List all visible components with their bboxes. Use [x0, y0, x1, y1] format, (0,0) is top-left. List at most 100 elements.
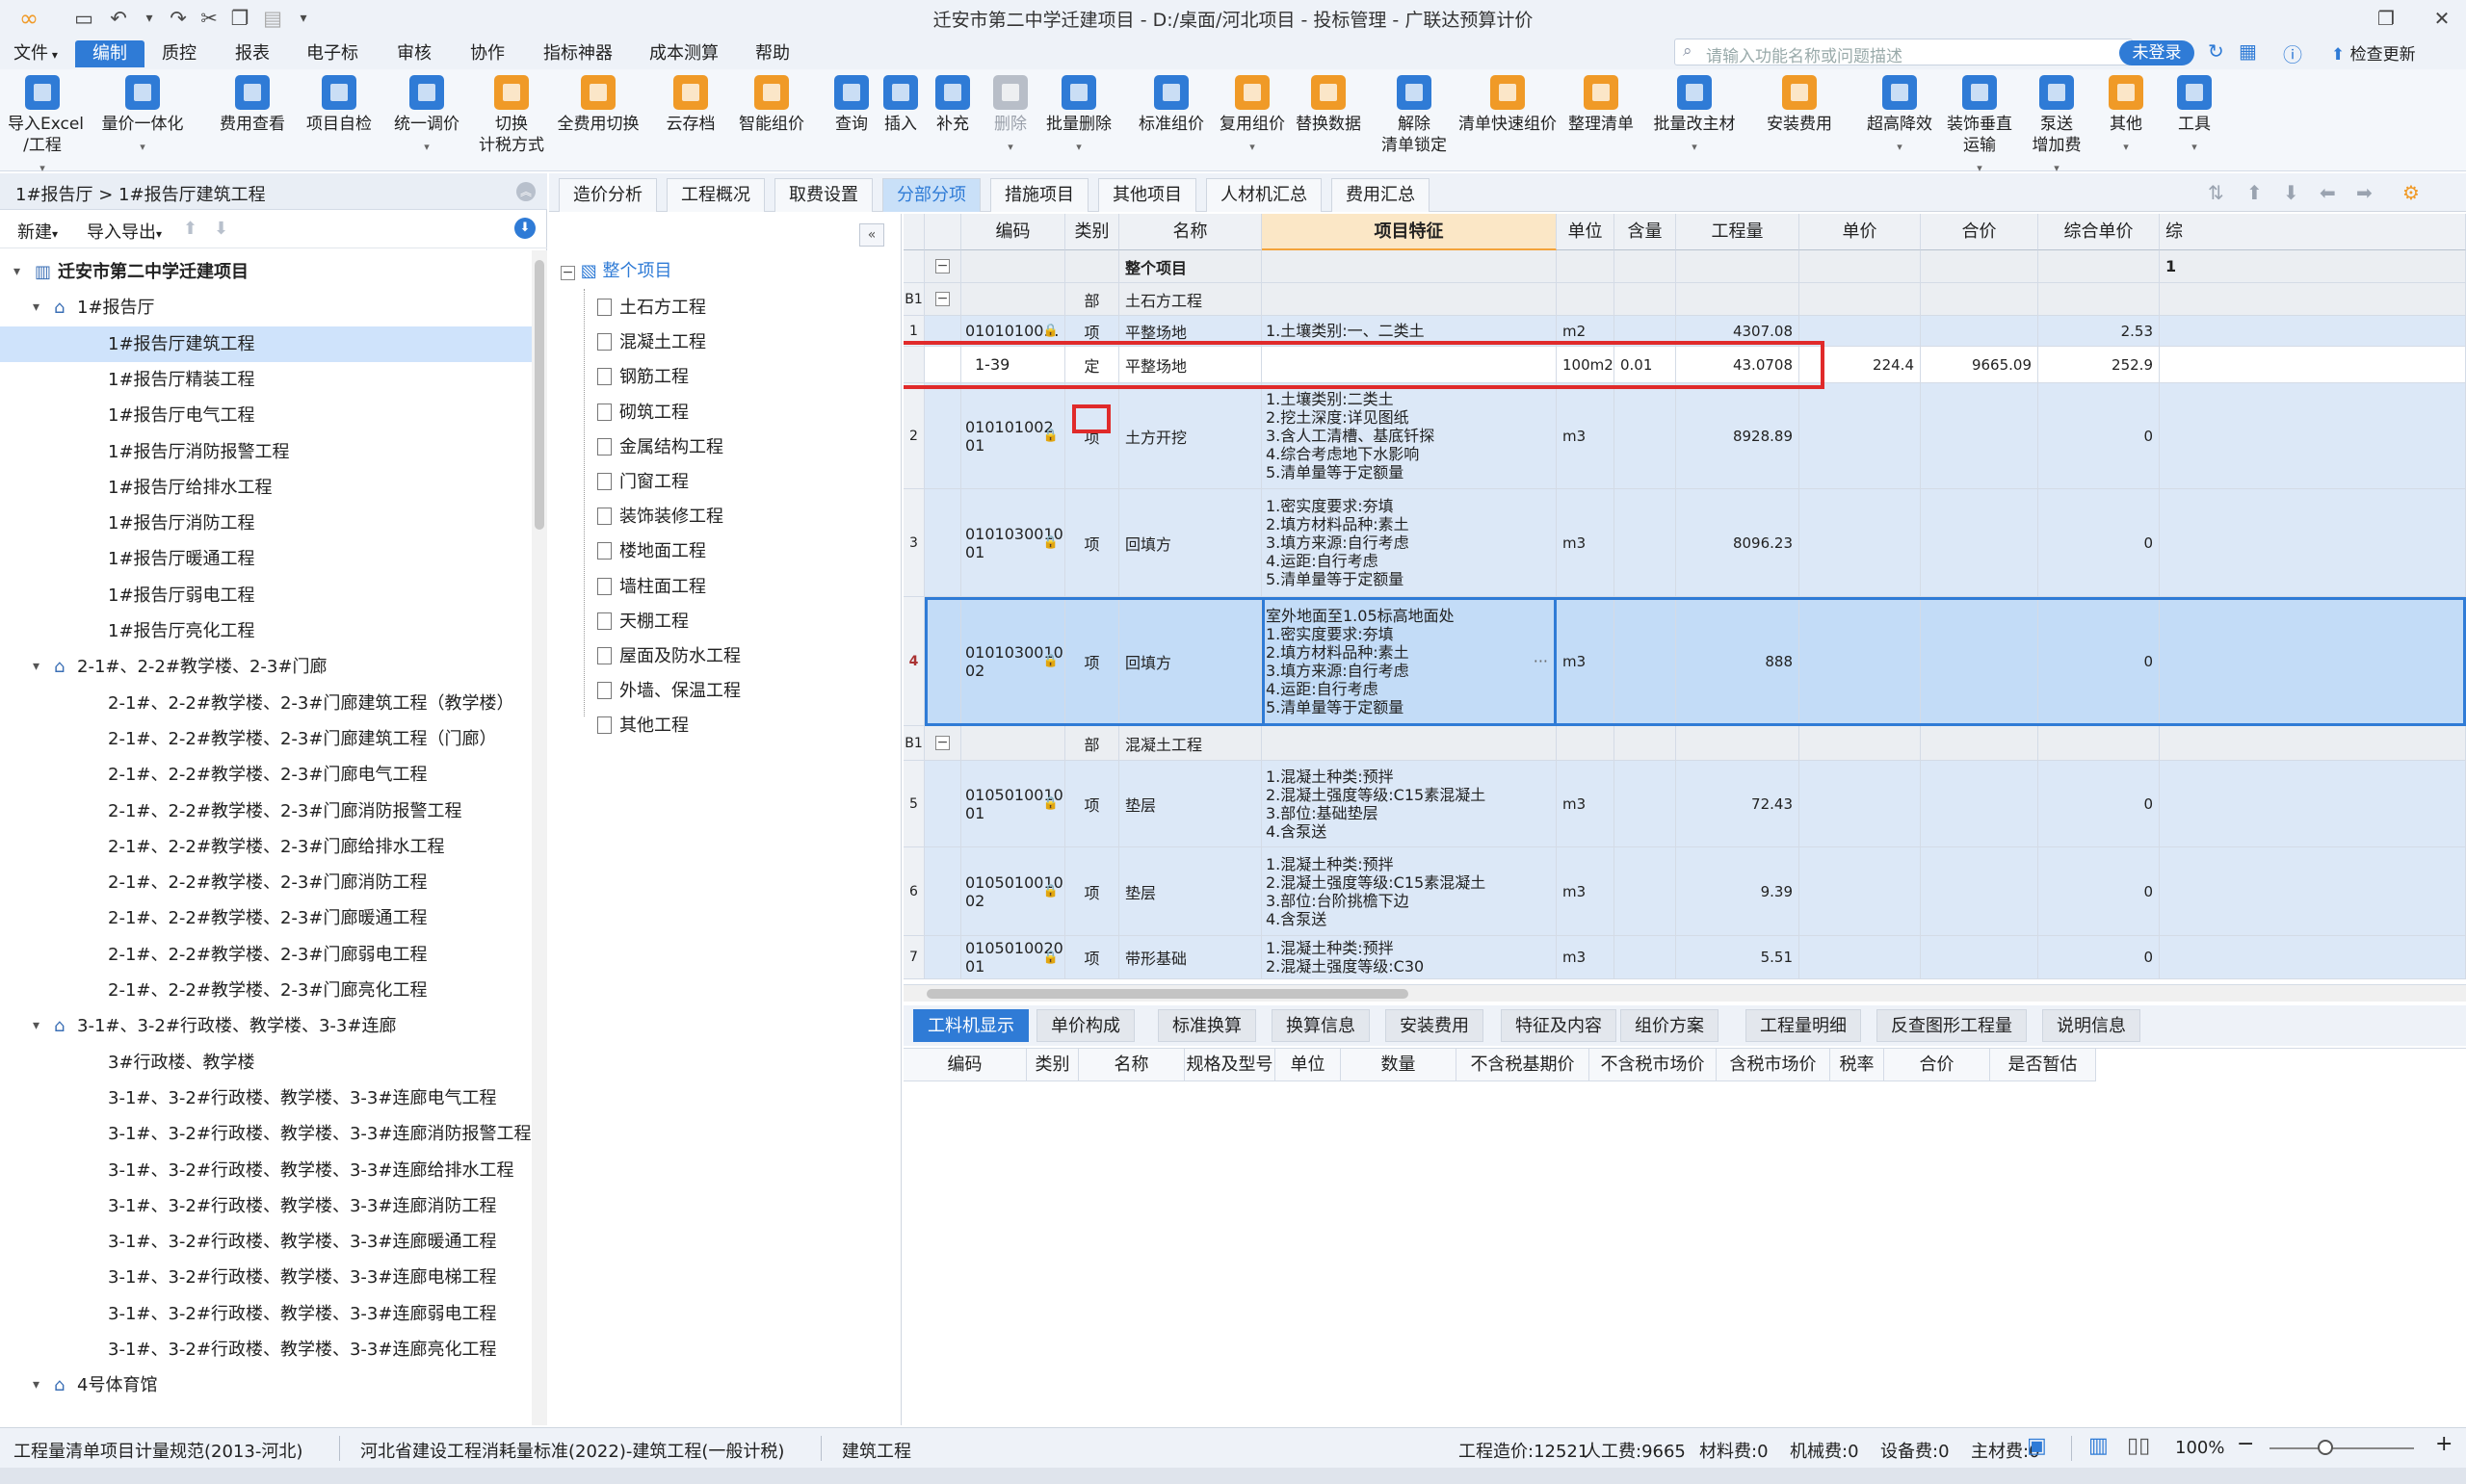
resource-column-header[interactable]: 类别 — [1027, 1049, 1079, 1081]
detail-tab[interactable]: 反查图形工程量 — [1876, 1009, 2027, 1042]
col-total-cell[interactable] — [1921, 489, 2038, 596]
col-unit-price-cell[interactable]: 0 — [2038, 761, 2160, 846]
col-extra-cell[interactable] — [2160, 283, 2466, 315]
quick-price-button[interactable]: 清单快速组价 — [1456, 73, 1559, 168]
col-unit-price-cell[interactable]: 0 — [2038, 936, 2160, 978]
bill-item-row[interactable]: 1 01010100… 🔒 项 平整场地 1.土壤类别:一、二类土 m2 4307.08 2.5… — [904, 316, 2466, 347]
tree-item[interactable]: 1#报告厅亮化工程 — [0, 613, 532, 649]
expand-toggle-icon[interactable]: ▾ — [33, 290, 39, 325]
apps-grid-icon[interactable]: ▦ — [2239, 39, 2257, 63]
function-search-input[interactable]: ⌕ 请输入功能名称或问题描述 — [1674, 39, 2133, 66]
col-unit-price-cell[interactable]: 0 — [2038, 489, 2160, 596]
division-row[interactable]: B1− 部 混凝土工程 — [904, 726, 2466, 761]
bill-item-row[interactable]: 4 0101030010 02 🔒 项 回填方 室外地面至1.05标高地面处 1.密实度要… — [904, 597, 2466, 726]
menu-collab[interactable]: 协作 — [459, 40, 516, 67]
detail-tab[interactable]: 工程量明细 — [1745, 1009, 1861, 1042]
col-tree-cell[interactable]: − — [925, 283, 961, 315]
install-fee-button[interactable]: 安装费用 — [1753, 73, 1846, 168]
col-ratio-cell[interactable] — [1614, 283, 1676, 315]
standard-price-button[interactable]: 标准组价 — [1131, 73, 1212, 168]
col-feat-cell[interactable] — [1262, 726, 1557, 760]
col-unit-price-cell[interactable]: 2.53 — [2038, 316, 2160, 346]
col-name-cell[interactable]: 平整场地 — [1119, 347, 1262, 382]
col-qty-cell[interactable]: 4307.08 — [1676, 316, 1799, 346]
tree-item[interactable]: 3-1#、3-2#行政楼、教学楼、3-3#连廊弱电工程 — [0, 1296, 532, 1332]
chevron-down-icon[interactable]: ▾ — [2123, 141, 2129, 153]
chevron-down-icon[interactable]: ▾ — [140, 141, 145, 153]
resource-column-header[interactable]: 合价 — [1884, 1049, 1990, 1081]
col-unit-price-cell[interactable] — [2038, 726, 2160, 760]
col-seq-cell[interactable]: B1 — [904, 726, 925, 760]
other-button[interactable]: 其他 ▾ — [2098, 73, 2154, 168]
refresh-icon[interactable]: ↻ — [2208, 39, 2224, 63]
zoom-slider-track[interactable] — [2269, 1447, 2414, 1449]
col-seq-cell[interactable]: 7 — [904, 936, 925, 978]
col-qty-cell[interactable]: 8928.89 — [1676, 383, 1799, 488]
col-qty-cell[interactable]: 43.0708 — [1676, 347, 1799, 382]
tree-item[interactable]: 3-1#、3-2#行政楼、教学楼、3-3#连廊亮化工程 — [0, 1332, 532, 1367]
lock-icon[interactable]: 🔒 — [1043, 884, 1059, 898]
col-feat-cell[interactable]: 1.混凝土种类:预拌 2.混凝土强度等级:C30 — [1262, 936, 1557, 978]
detail-tab[interactable]: 换算信息 — [1272, 1009, 1370, 1042]
tab-project-overview[interactable]: 工程概况 — [667, 178, 765, 212]
height-efficiency-button[interactable]: 超高降效 ▾ — [1859, 73, 1940, 168]
column-header[interactable]: 项目特征 — [1262, 214, 1557, 250]
tree-item[interactable]: 2-1#、2-2#教学楼、2-3#门廊弱电工程 — [0, 937, 532, 973]
arrow-down-icon[interactable]: ⬇ — [2283, 181, 2299, 204]
tree-item[interactable]: 1#报告厅精装工程 — [0, 362, 532, 398]
col-tree-cell[interactable] — [925, 936, 961, 978]
pump-fee-button[interactable]: 泵送 增加费 ▾ — [2019, 73, 2094, 174]
col-name-cell[interactable]: 土石方工程 — [1119, 283, 1262, 315]
col-type-cell[interactable] — [1065, 250, 1119, 282]
division-item[interactable]: 外墙、保温工程 — [597, 674, 741, 709]
col-name-cell[interactable]: 平整场地 — [1119, 316, 1262, 346]
col-name-cell[interactable]: 整个项目 — [1119, 250, 1262, 282]
tab-cost-analysis[interactable]: 造价分析 — [559, 178, 657, 212]
tree-item[interactable]: 3-1#、3-2#行政楼、教学楼、3-3#连廊消防报警工程 — [0, 1116, 532, 1152]
col-total-cell[interactable] — [1921, 847, 2038, 935]
column-header[interactable]: 编码 — [961, 214, 1065, 250]
division-item[interactable]: 装饰装修工程 — [597, 500, 723, 534]
detail-tab[interactable]: 单价构成 — [1036, 1009, 1135, 1042]
move-up-icon[interactable]: ⬆ — [183, 219, 197, 239]
col-ratio-cell[interactable] — [1614, 250, 1676, 282]
tree-item[interactable]: 1#报告厅消防工程 — [0, 506, 532, 541]
chevron-down-icon[interactable]: ▾ — [424, 141, 430, 153]
division-row[interactable]: − 整个项目 1 — [904, 250, 2466, 283]
col-extra-cell[interactable] — [2160, 383, 2466, 488]
smart-price-button[interactable]: 智能组价 — [724, 73, 819, 168]
self-check-button[interactable]: 项目自检 — [299, 73, 380, 168]
division-item[interactable]: 其他工程 — [597, 709, 689, 743]
tree-item[interactable]: 3#行政楼、教学楼 — [0, 1045, 532, 1080]
batch-material-button[interactable]: 批量改主材 ▾ — [1643, 73, 1745, 168]
tree-item[interactable]: 1#报告厅消防报警工程 — [0, 434, 532, 470]
col-ratio-cell[interactable] — [1614, 847, 1676, 935]
menu-review[interactable]: 审核 — [385, 40, 443, 67]
tab-other-items[interactable]: 其他项目 — [1098, 178, 1196, 212]
col-code-cell[interactable]: 01010100… 🔒 — [961, 316, 1065, 346]
lock-icon[interactable]: 🔒 — [1043, 654, 1059, 668]
bill-item-row[interactable]: 5 0105010010 01 🔒 项 垫层 1.混凝土种类:预拌 2.混凝土强度等级:C… — [904, 761, 2466, 847]
col-total-cell[interactable] — [1921, 726, 2038, 760]
col-ratio-cell[interactable] — [1614, 316, 1676, 346]
resource-column-header[interactable]: 单位 — [1275, 1049, 1341, 1081]
tree-scrollbar-thumb[interactable] — [535, 260, 544, 530]
col-qty-cell[interactable]: 9.39 — [1676, 847, 1799, 935]
col-code-cell[interactable]: 0101030010 02 🔒 — [961, 597, 1065, 725]
col-tree-cell[interactable] — [925, 597, 961, 725]
col-price-cell[interactable] — [1799, 847, 1921, 935]
column-header[interactable]: 工程量 — [1676, 214, 1799, 250]
col-extra-cell[interactable] — [2160, 847, 2466, 935]
col-name-cell[interactable]: 混凝土工程 — [1119, 726, 1262, 760]
col-unit-cell[interactable]: m2 — [1557, 316, 1614, 346]
col-total-cell[interactable] — [1921, 761, 2038, 846]
col-price-cell[interactable] — [1799, 489, 1921, 596]
col-unit-cell[interactable] — [1557, 250, 1614, 282]
column-header[interactable]: 单位 — [1557, 214, 1614, 250]
col-total-cell[interactable] — [1921, 936, 2038, 978]
col-unit-cell[interactable]: 100m2 — [1557, 347, 1614, 382]
tree-unit-node[interactable]: ▾ ⌂ 1#报告厅 — [0, 290, 532, 325]
login-button[interactable]: 未登录 — [2119, 40, 2194, 65]
col-ratio-cell[interactable] — [1614, 936, 1676, 978]
col-unit-cell[interactable]: m3 — [1557, 383, 1614, 488]
